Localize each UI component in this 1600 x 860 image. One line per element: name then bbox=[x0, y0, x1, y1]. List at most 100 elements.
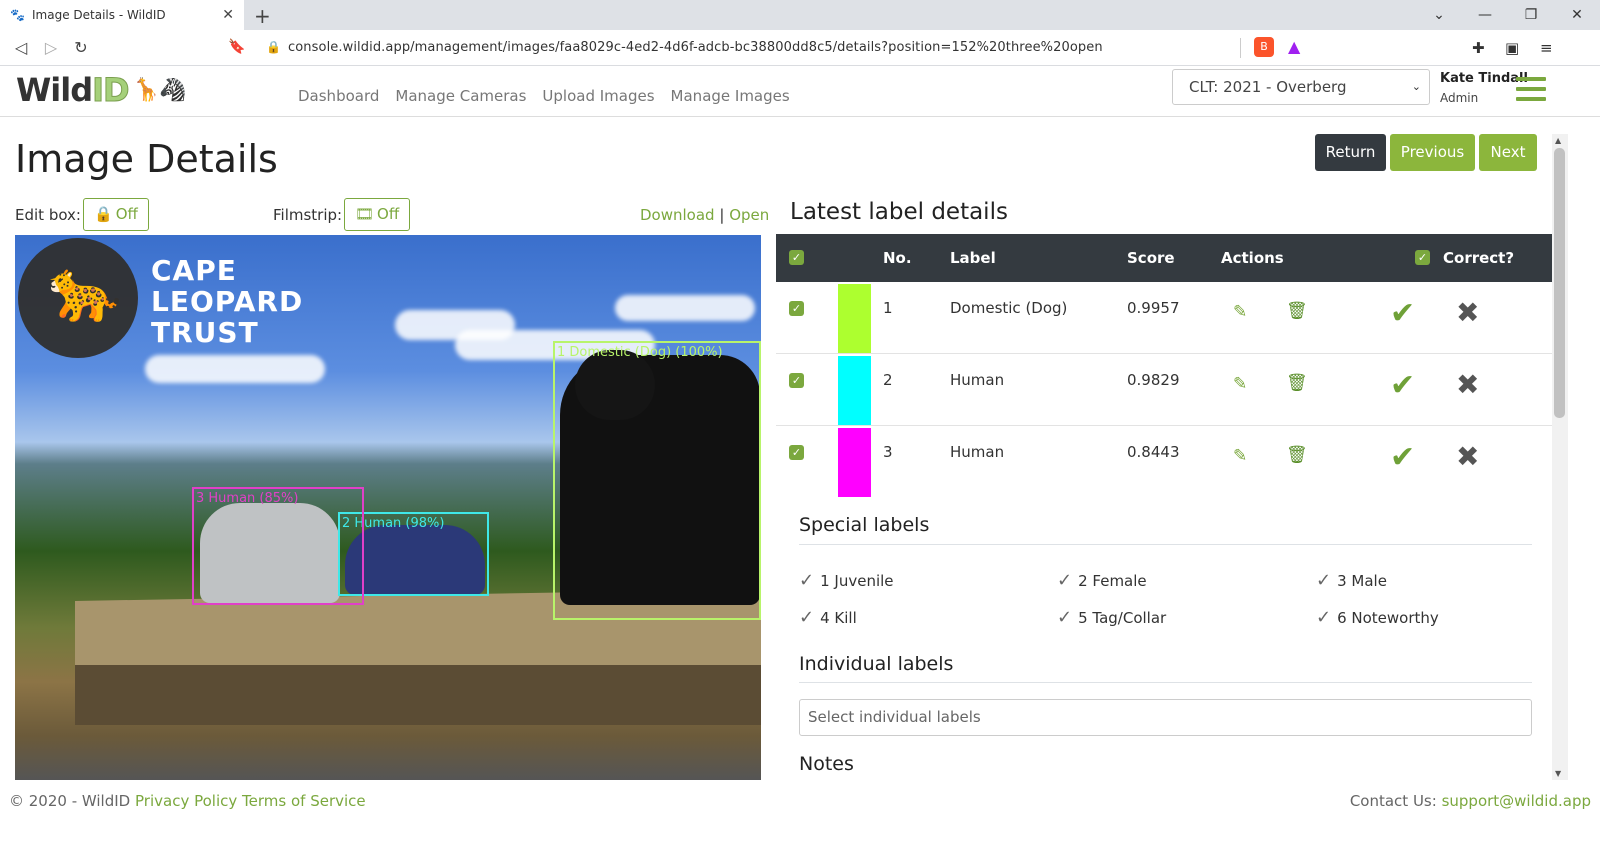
correct-all-checkbox[interactable]: ✓ bbox=[1415, 250, 1430, 265]
browser-tabbar: 🐾 Image Details - WildID ✕ + ⌄ — ❐ ✕ bbox=[0, 0, 1600, 30]
col-score: Score bbox=[1127, 249, 1175, 267]
project-select[interactable]: CLT: 2021 - Overberg ⌄ bbox=[1172, 69, 1430, 105]
special-label-kill[interactable]: ✓ 4 Kill bbox=[799, 607, 857, 628]
table-row: ✓ 1 Domestic (Dog) 0.9957 ✎ 🗑 ✔ ✖ bbox=[776, 282, 1552, 354]
nav-upload-images[interactable]: Upload Images bbox=[542, 87, 654, 105]
brave-rewards-icon[interactable]: ▲ bbox=[1288, 37, 1300, 56]
cape-leopard-trust-text: CAPE LEOPARD TRUST bbox=[151, 255, 303, 348]
special-labels-heading: Special labels bbox=[799, 514, 930, 536]
address-divider bbox=[1240, 38, 1241, 58]
browser-tab[interactable]: 🐾 Image Details - WildID ✕ bbox=[0, 0, 244, 30]
brave-shields-icon[interactable]: B bbox=[1254, 37, 1274, 57]
label-color-swatch bbox=[838, 356, 871, 425]
download-link[interactable]: Download bbox=[640, 206, 715, 224]
camera-trap-image[interactable]: 🐆 CAPE LEOPARD TRUST 1 Domestic (Dog) (1… bbox=[15, 235, 761, 780]
logo-animals-icon: 🦒🦓 bbox=[132, 77, 187, 103]
table-row: ✓ 3 Human 0.8443 ✎ 🗑 ✔ ✖ bbox=[776, 426, 1552, 498]
privacy-policy-link[interactable]: Privacy Policy bbox=[135, 792, 237, 810]
open-link[interactable]: Open bbox=[729, 206, 769, 224]
restore-icon[interactable]: ❐ bbox=[1508, 0, 1554, 30]
contact-email-link[interactable]: support@wildid.app bbox=[1442, 792, 1591, 810]
checkmark-icon[interactable]: ✔ bbox=[1390, 296, 1415, 331]
pencil-icon[interactable]: ✎ bbox=[1233, 374, 1247, 394]
image-links: Download | Open bbox=[640, 206, 769, 224]
bbox-human-3[interactable]: 3 Human (85%) bbox=[192, 487, 364, 605]
special-label-female[interactable]: ✓ 2 Female bbox=[1057, 570, 1147, 591]
trash-icon[interactable]: 🗑 bbox=[1286, 445, 1308, 465]
cross-icon[interactable]: ✖ bbox=[1456, 368, 1479, 401]
contact-label: Contact Us: bbox=[1349, 792, 1437, 810]
cross-icon[interactable]: ✖ bbox=[1456, 440, 1479, 473]
window-close-icon[interactable]: ✕ bbox=[1554, 0, 1600, 30]
footer-right: Contact Us: support@wildid.app bbox=[1350, 792, 1591, 810]
new-tab-icon[interactable]: + bbox=[254, 4, 271, 28]
nav-manage-cameras[interactable]: Manage Cameras bbox=[395, 87, 526, 105]
tab-list-chevron-icon[interactable]: ⌄ bbox=[1416, 0, 1462, 30]
trash-icon[interactable]: 🗑 bbox=[1286, 301, 1308, 321]
lock-icon: 🔒 bbox=[94, 205, 113, 223]
previous-button[interactable]: Previous bbox=[1390, 134, 1475, 171]
bbox-dog[interactable]: 1 Domestic (Dog) (100%) bbox=[553, 341, 761, 620]
lock-icon[interactable]: 🔒 bbox=[266, 40, 281, 54]
page-title: Image Details bbox=[15, 137, 278, 181]
special-label-noteworthy[interactable]: ✓ 6 Noteworthy bbox=[1316, 607, 1439, 628]
return-button[interactable]: Return bbox=[1315, 134, 1386, 171]
pencil-icon[interactable]: ✎ bbox=[1233, 446, 1247, 466]
tab-title: Image Details - WildID bbox=[32, 8, 166, 22]
row-score: 0.9829 bbox=[1127, 371, 1180, 389]
label-color-swatch bbox=[838, 284, 871, 353]
nav-dashboard[interactable]: Dashboard bbox=[298, 87, 379, 105]
scroll-up-icon[interactable]: ▲ bbox=[1555, 136, 1561, 145]
tab-close-icon[interactable]: ✕ bbox=[222, 7, 234, 23]
hamburger-menu-icon[interactable] bbox=[1516, 77, 1546, 101]
trash-icon[interactable]: 🗑 bbox=[1286, 373, 1308, 393]
scroll-thumb[interactable] bbox=[1554, 148, 1565, 418]
checkmark-icon[interactable]: ✔ bbox=[1390, 440, 1415, 475]
special-label-text: 6 Noteworthy bbox=[1337, 609, 1439, 627]
filmstrip-state: Off bbox=[377, 205, 400, 223]
special-label-male[interactable]: ✓ 3 Male bbox=[1316, 570, 1387, 591]
row-score: 0.9957 bbox=[1127, 299, 1180, 317]
back-icon[interactable]: ◁ bbox=[6, 38, 36, 57]
special-label-tag-collar[interactable]: ✓ 5 Tag/Collar bbox=[1057, 607, 1166, 628]
row-checkbox[interactable]: ✓ bbox=[789, 301, 804, 316]
site-header: Wild ID 🦒🦓 Dashboard Manage Cameras Uploa… bbox=[0, 67, 1600, 117]
table-row: ✓ 2 Human 0.9829 ✎ 🗑 ✔ ✖ bbox=[776, 354, 1552, 426]
col-actions: Actions bbox=[1221, 249, 1284, 267]
cloud bbox=[145, 355, 325, 383]
extensions-puzzle-icon[interactable]: ✚ bbox=[1472, 39, 1485, 57]
row-score: 0.8443 bbox=[1127, 443, 1180, 461]
chevron-down-icon: ⌄ bbox=[1411, 80, 1421, 93]
page-scrollbar[interactable]: ▲ ▼ bbox=[1552, 134, 1568, 780]
terms-of-service-link[interactable]: Terms of Service bbox=[242, 792, 366, 810]
checkmark-icon[interactable]: ✔ bbox=[1390, 368, 1415, 403]
pencil-icon[interactable]: ✎ bbox=[1233, 302, 1247, 322]
bookmark-icon[interactable]: 🔖 bbox=[228, 39, 245, 55]
next-button[interactable]: Next bbox=[1479, 134, 1537, 171]
wildid-logo[interactable]: Wild ID 🦒🦓 bbox=[16, 71, 187, 110]
check-icon: ✓ bbox=[1057, 607, 1073, 628]
nav-manage-images[interactable]: Manage Images bbox=[671, 87, 790, 105]
select-all-checkbox[interactable]: ✓ bbox=[789, 250, 804, 265]
footer-left: © 2020 - WildID Privacy Policy Terms of … bbox=[9, 792, 366, 810]
individual-labels-select[interactable]: Select individual labels bbox=[799, 699, 1532, 736]
forward-icon[interactable]: ▷ bbox=[36, 38, 66, 57]
row-checkbox[interactable]: ✓ bbox=[789, 445, 804, 460]
reload-icon[interactable]: ↻ bbox=[66, 38, 96, 57]
filmstrip-toggle[interactable]: 🎞 Off bbox=[344, 198, 411, 231]
special-label-text: 2 Female bbox=[1078, 572, 1147, 590]
org-line: LEOPARD bbox=[151, 285, 304, 318]
cross-icon[interactable]: ✖ bbox=[1456, 296, 1479, 329]
project-select-value: CLT: 2021 - Overberg bbox=[1189, 78, 1347, 96]
wallet-icon[interactable]: ▣ bbox=[1505, 39, 1519, 57]
browser-menu-icon[interactable]: ≡ bbox=[1540, 39, 1553, 57]
edit-box-toggle[interactable]: 🔒 Off bbox=[83, 198, 149, 231]
url-field[interactable]: console.wildid.app/management/images/faa… bbox=[288, 40, 1103, 55]
copyright: © 2020 - WildID bbox=[9, 792, 131, 810]
scroll-down-icon[interactable]: ▼ bbox=[1555, 769, 1561, 778]
minimize-icon[interactable]: — bbox=[1462, 0, 1508, 30]
special-label-text: 5 Tag/Collar bbox=[1078, 609, 1167, 627]
row-checkbox[interactable]: ✓ bbox=[789, 373, 804, 388]
link-separator: | bbox=[719, 206, 725, 224]
special-label-juvenile[interactable]: ✓ 1 Juvenile bbox=[799, 570, 894, 591]
